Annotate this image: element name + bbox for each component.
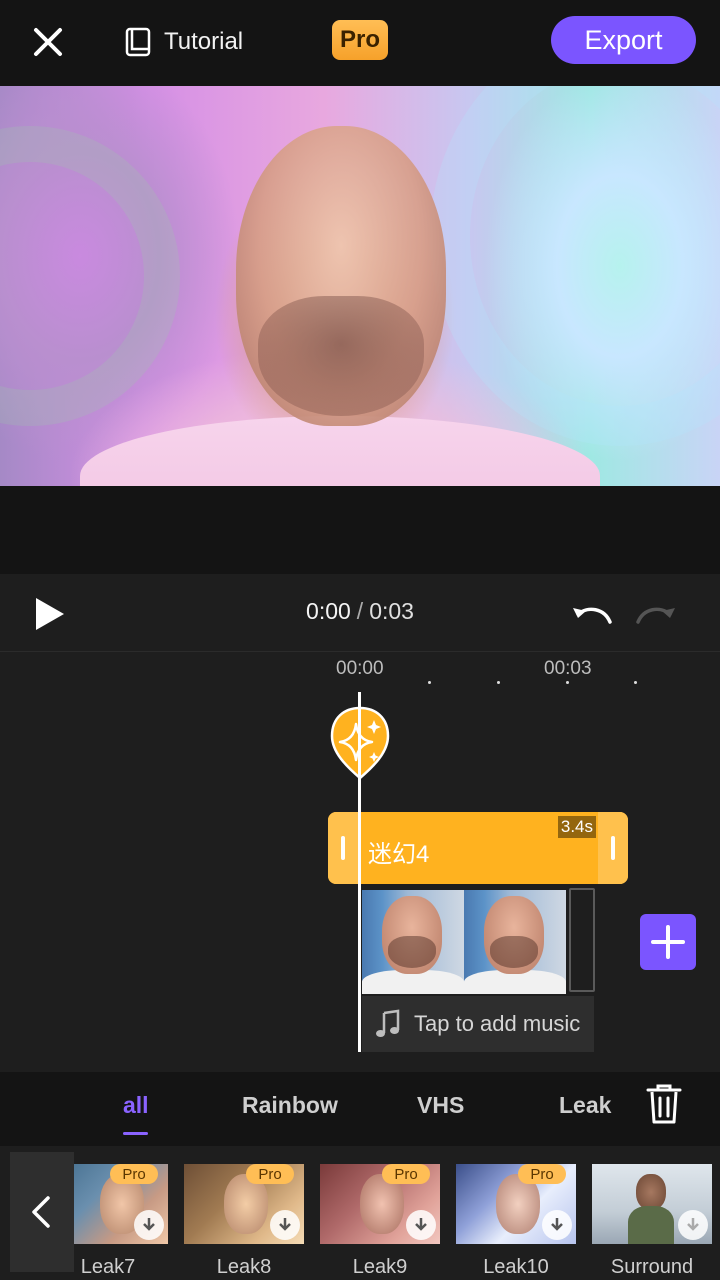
current-time: 0:00 — [306, 598, 351, 624]
download-button[interactable] — [678, 1210, 708, 1240]
book-icon — [125, 27, 151, 57]
effect-name: 迷幻4 — [368, 841, 430, 868]
tab-vhs[interactable]: VHS — [417, 1092, 464, 1119]
add-music-track[interactable]: Tap to add music — [362, 996, 594, 1052]
tutorial-button[interactable]: Tutorial — [124, 22, 243, 62]
video-preview[interactable] — [0, 86, 720, 486]
effect-category-tabs: all Rainbow VHS Leak — [0, 1072, 720, 1146]
tick-label-end: 00:03 — [544, 658, 592, 679]
download-button[interactable] — [406, 1210, 436, 1240]
undo-icon — [573, 607, 612, 624]
tick-dot — [566, 681, 569, 684]
effect-label: Surround — [610, 1256, 694, 1278]
download-button[interactable] — [542, 1210, 572, 1240]
total-duration: 0:03 — [369, 598, 414, 624]
pro-badge[interactable]: Pro — [332, 20, 388, 60]
tick-dot — [634, 681, 637, 684]
download-icon — [415, 1218, 427, 1231]
pro-tag: Pro — [246, 1164, 294, 1184]
effect-item-leak10[interactable]: Pro Leak10 — [456, 1164, 576, 1280]
top-bar: Tutorial Pro Export — [0, 0, 720, 86]
active-tab-indicator — [123, 1132, 148, 1135]
effect-list: Pro Leak7 Pro Leak8 Pro Leak9 Pro Leak10… — [0, 1146, 720, 1280]
timeline[interactable]: 00:00 00:03 迷幻4 3.4s Tap to add music — [0, 652, 720, 1072]
pro-tag: Pro — [110, 1164, 158, 1184]
effect-item-leak8[interactable]: Pro Leak8 — [184, 1164, 304, 1280]
effect-item-surround[interactable]: Surround — [592, 1164, 712, 1280]
tab-leak[interactable]: Leak — [559, 1092, 611, 1119]
download-button[interactable] — [134, 1210, 164, 1240]
trash-icon — [646, 1084, 682, 1124]
time-separator: / — [356, 598, 364, 624]
export-button[interactable]: Export — [551, 16, 696, 64]
back-button[interactable] — [10, 1152, 74, 1272]
redo-button[interactable] — [634, 596, 678, 630]
effect-track[interactable]: 迷幻4 3.4s — [328, 812, 628, 884]
close-button[interactable] — [26, 20, 70, 64]
download-icon — [687, 1218, 699, 1231]
chevron-left-icon — [32, 1196, 50, 1228]
playback-controls: 0:00/0:03 — [0, 574, 720, 652]
clip-end-marker — [569, 888, 595, 992]
clip-thumbnail — [362, 890, 464, 994]
tab-all[interactable]: all — [123, 1092, 149, 1119]
pro-tag: Pro — [518, 1164, 566, 1184]
music-note-icon — [376, 1009, 400, 1037]
playhead[interactable] — [358, 692, 361, 1052]
video-clip-track[interactable] — [362, 890, 566, 994]
download-icon — [279, 1218, 291, 1231]
download-icon — [551, 1218, 563, 1231]
effect-duration: 3.4s — [557, 816, 596, 838]
tick-dot — [497, 681, 500, 684]
add-clip-button[interactable] — [640, 914, 696, 970]
effect-label: Leak9 — [352, 1256, 408, 1278]
tutorial-label: Tutorial — [164, 28, 244, 55]
effect-label: Leak8 — [216, 1256, 272, 1278]
tab-rainbow[interactable]: Rainbow — [242, 1092, 338, 1119]
undo-button[interactable] — [570, 596, 614, 630]
tick-dot — [428, 681, 431, 684]
effect-trim-handle-left[interactable] — [328, 812, 358, 884]
tick-label-start: 00:00 — [336, 658, 384, 679]
download-icon — [143, 1218, 155, 1231]
pro-tag: Pro — [382, 1164, 430, 1184]
effect-label: Leak10 — [483, 1256, 549, 1278]
plus-icon — [651, 925, 685, 959]
effect-item-leak9[interactable]: Pro Leak9 — [320, 1164, 440, 1280]
add-music-label: Tap to add music — [414, 1011, 581, 1036]
close-icon — [34, 28, 62, 56]
redo-icon — [636, 607, 675, 624]
effect-trim-handle-right[interactable] — [598, 812, 628, 884]
delete-button[interactable] — [642, 1082, 686, 1124]
clip-thumbnail — [464, 890, 566, 994]
download-button[interactable] — [270, 1210, 300, 1240]
